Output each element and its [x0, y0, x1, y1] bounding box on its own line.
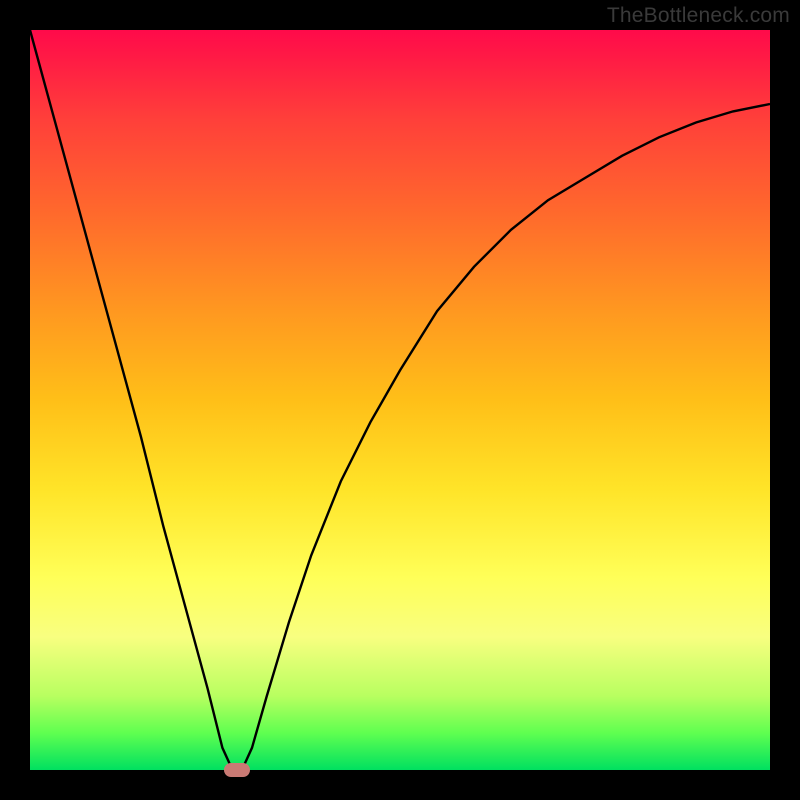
chart-frame: TheBottleneck.com: [0, 0, 800, 800]
watermark-text: TheBottleneck.com: [607, 4, 790, 28]
curve-svg: [30, 30, 770, 770]
optimal-marker: [224, 763, 250, 777]
bottleneck-curve: [30, 30, 770, 770]
plot-area: [30, 30, 770, 770]
